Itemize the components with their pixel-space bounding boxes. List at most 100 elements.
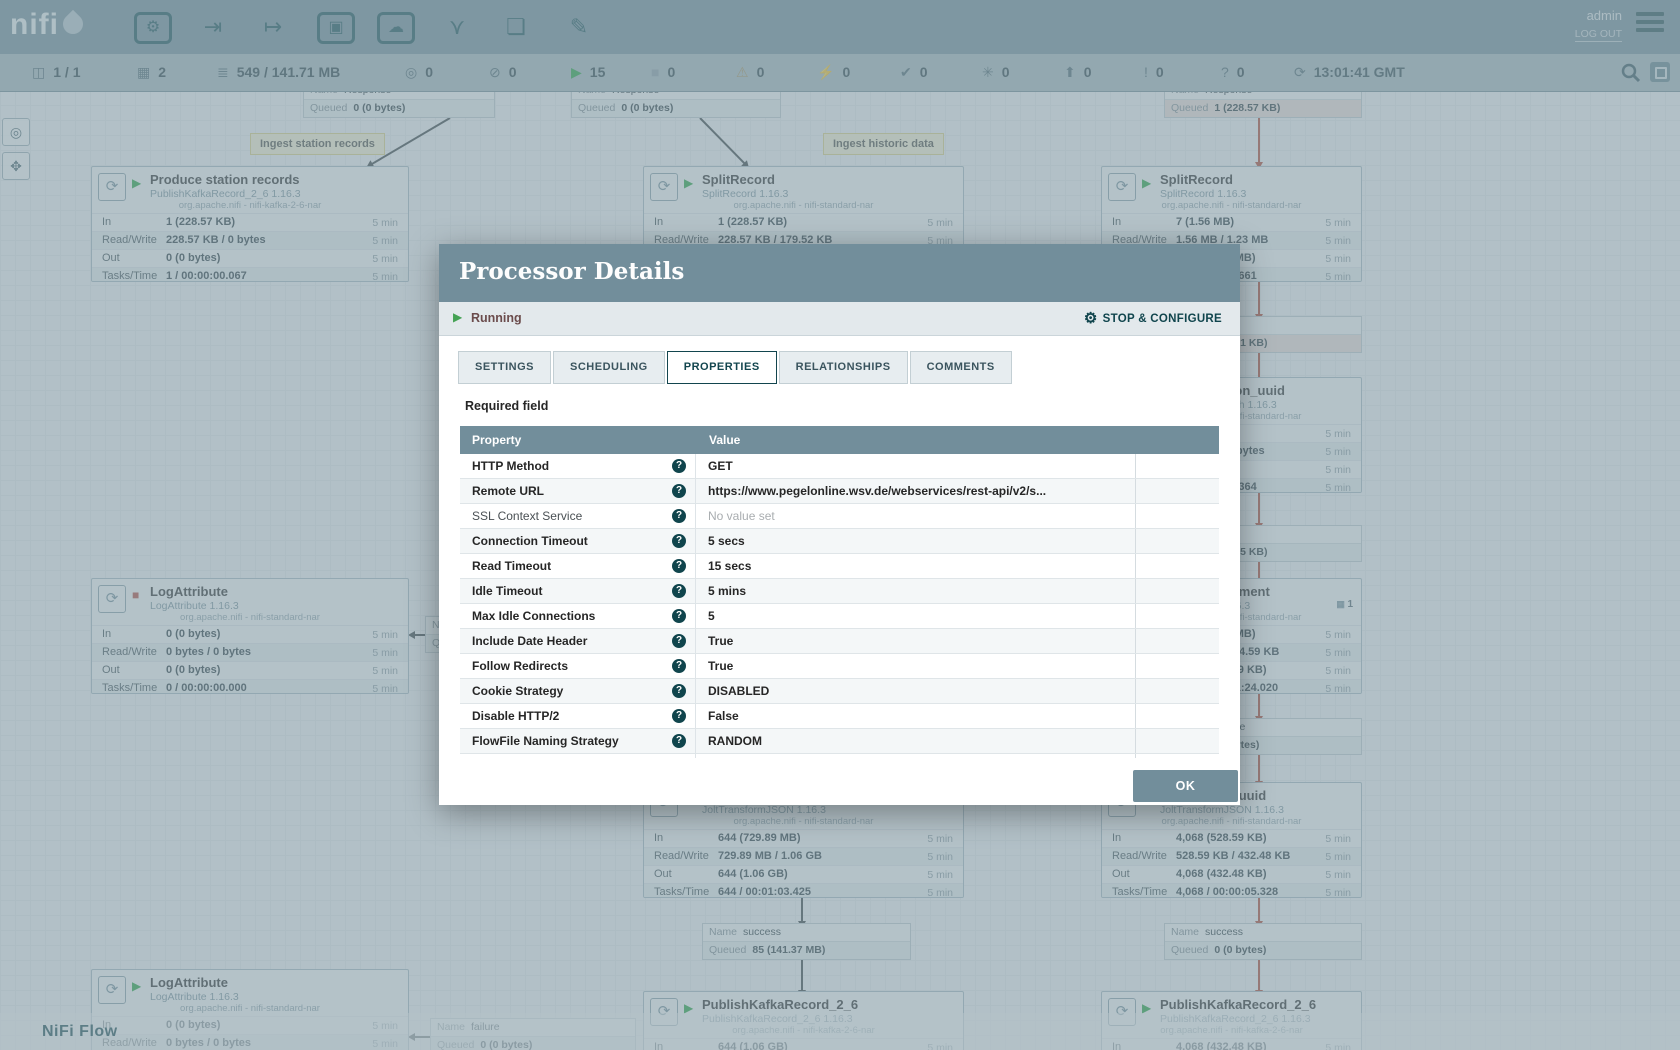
- property-value: RANDOM: [708, 734, 762, 748]
- property-name: Include Date Header: [472, 634, 587, 648]
- gutter-cell: [1135, 629, 1219, 653]
- gutter-cell: [1135, 679, 1219, 703]
- property-row: Cookie Strategy?DISABLED: [460, 679, 1219, 704]
- gutter-cell: [1135, 554, 1219, 578]
- help-icon[interactable]: ?: [672, 634, 686, 648]
- help-icon[interactable]: ?: [672, 459, 686, 473]
- property-value-cell: DISABLED: [696, 679, 1135, 703]
- property-row: Connection Timeout? 5 secs: [460, 529, 1219, 554]
- property-value-cell: RANDOM: [696, 729, 1135, 753]
- property-name: SSL Context Service: [472, 509, 582, 523]
- gutter-column-header: [1135, 426, 1219, 454]
- gear-icon: ⚙: [1084, 310, 1098, 327]
- property-name-cell: HTTP Method?: [460, 454, 696, 478]
- help-icon[interactable]: ?: [672, 484, 686, 498]
- property-row: FlowFile Naming Strategy? RANDOM: [460, 729, 1219, 754]
- property-name: Cookie Strategy: [472, 684, 563, 698]
- property-value: GET: [708, 459, 733, 473]
- gutter-cell: [1135, 479, 1219, 503]
- property-value: True: [708, 634, 733, 648]
- tab-properties[interactable]: PROPERTIES: [667, 351, 777, 384]
- property-value-cell: False: [696, 704, 1135, 728]
- property-name-cell: FlowFile Naming Strategy?: [460, 729, 696, 753]
- property-name: HTTP Method: [472, 459, 549, 473]
- property-name: Remote URL: [472, 484, 544, 498]
- property-name: Connection Timeout: [472, 534, 588, 548]
- property-row: Include Date Header? True: [460, 629, 1219, 654]
- property-value-cell: 5 mins: [696, 579, 1135, 603]
- gutter-cell: [1135, 454, 1219, 478]
- property-value: 5 secs: [708, 534, 745, 548]
- property-name-cell: Cookie Strategy?: [460, 679, 696, 703]
- property-name-cell: Max Idle Connections?: [460, 604, 696, 628]
- property-value-cell: 5: [696, 604, 1135, 628]
- property-name-cell: Idle Timeout?: [460, 579, 696, 603]
- property-name-cell: Include Date Header?: [460, 629, 696, 653]
- gutter-cell: [1135, 754, 1219, 758]
- property-row: Max Idle Connections? 5: [460, 604, 1219, 629]
- property-value: 5 mins: [708, 584, 746, 598]
- property-row: SSL Context Service? No value set: [460, 504, 1219, 529]
- gutter-cell: [1135, 704, 1219, 728]
- tab-comments[interactable]: COMMENTS: [910, 351, 1012, 384]
- properties-table: Property Value HTTP Method? GET Remote URL…: [460, 426, 1219, 758]
- property-value-cell: No value set: [696, 754, 1135, 758]
- property-name: Disable HTTP/2: [472, 709, 559, 723]
- help-icon[interactable]: ?: [672, 584, 686, 598]
- property-value-cell: 15 secs: [696, 554, 1135, 578]
- property-value: No value set: [708, 509, 775, 523]
- property-value: https://www.pegelonline.wsv.de/webservic…: [708, 484, 1046, 498]
- gutter-cell: [1135, 729, 1219, 753]
- property-name: Max Idle Connections: [472, 609, 595, 623]
- property-value-cell: True: [696, 629, 1135, 653]
- property-name-cell: Attributes to Send?: [460, 754, 696, 758]
- gutter-cell: [1135, 529, 1219, 553]
- help-icon[interactable]: ?: [672, 509, 686, 523]
- property-value-cell: GET: [696, 454, 1135, 478]
- property-row: Remote URL? https://www.pegelonline.wsv.d…: [460, 479, 1219, 504]
- processor-details-dialog: Processor Details ▶ Running ⚙STOP & CONF…: [439, 244, 1240, 805]
- help-icon[interactable]: ?: [672, 684, 686, 698]
- property-row: Read Timeout? 15 secs: [460, 554, 1219, 579]
- gutter-cell: [1135, 579, 1219, 603]
- property-value: 15 secs: [708, 559, 751, 573]
- property-value-cell: https://www.pegelonline.wsv.de/webservic…: [696, 479, 1135, 503]
- property-row: Idle Timeout? 5 mins: [460, 579, 1219, 604]
- help-icon[interactable]: ?: [672, 609, 686, 623]
- property-name-cell: Connection Timeout?: [460, 529, 696, 553]
- help-icon[interactable]: ?: [672, 534, 686, 548]
- property-name-cell: Follow Redirects?: [460, 654, 696, 678]
- help-icon[interactable]: ?: [672, 734, 686, 748]
- tab-scheduling[interactable]: SCHEDULING: [553, 351, 665, 384]
- gutter-cell: [1135, 504, 1219, 528]
- required-field-note: Required field: [465, 399, 548, 413]
- ok-button[interactable]: OK: [1133, 770, 1238, 802]
- gutter-cell: [1135, 604, 1219, 628]
- property-name-cell: Disable HTTP/2?: [460, 704, 696, 728]
- property-name: FlowFile Naming Strategy: [472, 734, 619, 748]
- property-row: Disable HTTP/2?False: [460, 704, 1219, 729]
- dialog-header: Processor Details: [439, 244, 1240, 302]
- property-name: Follow Redirects: [472, 659, 568, 673]
- dialog-tabs: SETTINGS SCHEDULING PROPERTIES RELATIONS…: [458, 351, 1012, 384]
- dialog-title: Processor Details: [459, 258, 684, 285]
- property-value-cell: No value set: [696, 504, 1135, 528]
- property-value-cell: True: [696, 654, 1135, 678]
- help-icon[interactable]: ?: [672, 559, 686, 573]
- property-row: Follow Redirects?True: [460, 654, 1219, 679]
- help-icon[interactable]: ?: [672, 709, 686, 723]
- property-name: Read Timeout: [472, 559, 551, 573]
- gutter-cell: [1135, 654, 1219, 678]
- running-state-icon: ▶: [453, 310, 462, 324]
- property-name-cell: Remote URL?: [460, 479, 696, 503]
- property-value: 5: [708, 609, 715, 623]
- tab-relationships[interactable]: RELATIONSHIPS: [779, 351, 908, 384]
- tab-settings[interactable]: SETTINGS: [458, 351, 551, 384]
- property-name-cell: Read Timeout?: [460, 554, 696, 578]
- property-name-cell: SSL Context Service?: [460, 504, 696, 528]
- property-name: Idle Timeout: [472, 584, 542, 598]
- help-icon[interactable]: ?: [672, 659, 686, 673]
- stop-and-configure-button[interactable]: ⚙STOP & CONFIGURE: [1084, 302, 1222, 336]
- properties-table-header: Property Value: [460, 426, 1219, 454]
- property-row: HTTP Method? GET: [460, 454, 1219, 479]
